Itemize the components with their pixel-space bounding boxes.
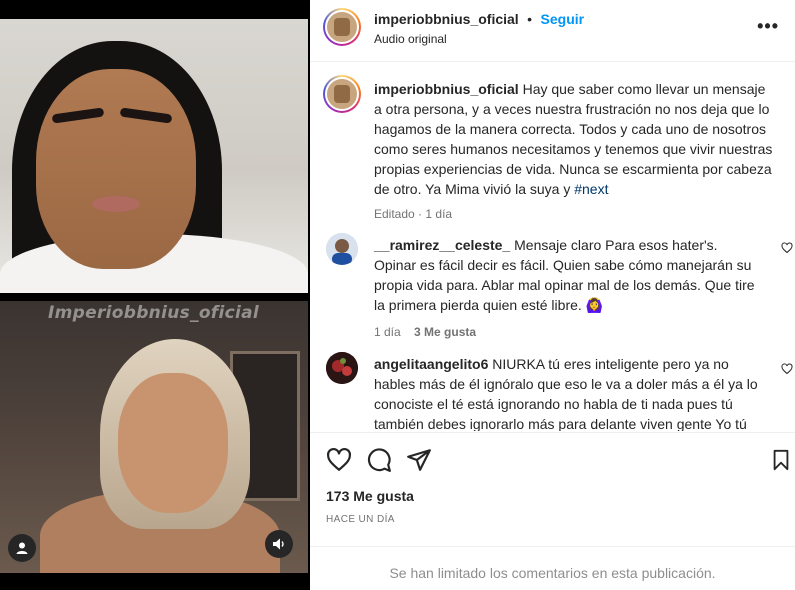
comment-avatar[interactable] bbox=[326, 352, 358, 384]
comment-time[interactable]: 1 día bbox=[374, 325, 401, 339]
comment-heart-icon[interactable] bbox=[781, 242, 793, 254]
audio-link[interactable]: Audio original bbox=[374, 32, 447, 46]
caption-username[interactable]: imperiobbnius_oficial bbox=[374, 81, 519, 97]
comments-scroll-area[interactable]: imperiobbnius_oficial Hay que saber como… bbox=[310, 63, 795, 431]
more-options-button[interactable]: ••• bbox=[757, 16, 779, 37]
like-heart-icon[interactable] bbox=[326, 447, 352, 473]
likes-count[interactable]: 173 Me gusta bbox=[326, 488, 414, 504]
person-top-face bbox=[36, 69, 196, 269]
caption-time[interactable]: 1 día bbox=[425, 207, 452, 221]
separator-dot: • bbox=[527, 11, 533, 27]
caption-text: Hay que saber como llevar un mensaje a o… bbox=[374, 81, 773, 197]
post-caption: imperiobbnius_oficial Hay que saber como… bbox=[374, 79, 774, 221]
post-sidebar: imperiobbnius_oficial • Seguir Audio ori… bbox=[310, 0, 795, 590]
comment-item: __ramirez__celeste_ Mensaje claro Para e… bbox=[374, 235, 759, 339]
post-actions: 173 Me gusta HACE UN DÍA bbox=[310, 432, 795, 547]
user-icon bbox=[16, 542, 28, 554]
comment-username[interactable]: __ramirez__celeste_ bbox=[374, 237, 510, 253]
user-tag-button[interactable] bbox=[8, 534, 36, 562]
person-bottom-face bbox=[118, 373, 228, 513]
caption-edited: Editado bbox=[374, 207, 415, 221]
comment-item: angelitaangelito6 NIURKA tú eres intelig… bbox=[374, 354, 759, 431]
comment-avatar-image bbox=[326, 233, 358, 265]
follow-button[interactable]: Seguir bbox=[541, 11, 585, 27]
lips bbox=[92, 196, 140, 212]
speaker-icon bbox=[273, 538, 284, 550]
caption-meta: Editado · 1 día bbox=[374, 207, 453, 221]
comment-heart-icon[interactable] bbox=[781, 363, 793, 375]
video-frame-bottom: Imperiobbnius_oficial bbox=[0, 301, 308, 573]
author-username[interactable]: imperiobbnius_oficial bbox=[374, 11, 519, 27]
comment-likes[interactable]: 3 Me gusta bbox=[414, 325, 476, 339]
post-header: imperiobbnius_oficial • Seguir Audio ori… bbox=[310, 0, 795, 62]
comment-avatar-image bbox=[326, 352, 358, 384]
audio-toggle-button[interactable] bbox=[265, 530, 293, 558]
comment-avatar[interactable] bbox=[326, 233, 358, 265]
comment-icon[interactable] bbox=[366, 447, 392, 473]
reel-media[interactable]: Imperiobbnius_oficial bbox=[0, 0, 310, 590]
video-frame-top bbox=[0, 19, 308, 293]
caption-hashtag[interactable]: #next bbox=[574, 181, 608, 197]
author-avatar[interactable] bbox=[323, 8, 361, 46]
comment-username[interactable]: angelitaangelito6 bbox=[374, 356, 488, 372]
comment-meta: 1 día 3 Me gusta bbox=[374, 325, 759, 339]
save-bookmark-icon[interactable] bbox=[770, 447, 792, 473]
caption-author-avatar[interactable] bbox=[323, 75, 361, 113]
comments-limited-notice: Se han limitado los comentarios en esta … bbox=[389, 565, 716, 581]
post-age[interactable]: HACE UN DÍA bbox=[326, 514, 395, 525]
share-icon[interactable] bbox=[406, 447, 432, 473]
video-watermark: Imperiobbnius_oficial bbox=[48, 303, 260, 323]
header-title-row: imperiobbnius_oficial • Seguir bbox=[374, 11, 584, 29]
